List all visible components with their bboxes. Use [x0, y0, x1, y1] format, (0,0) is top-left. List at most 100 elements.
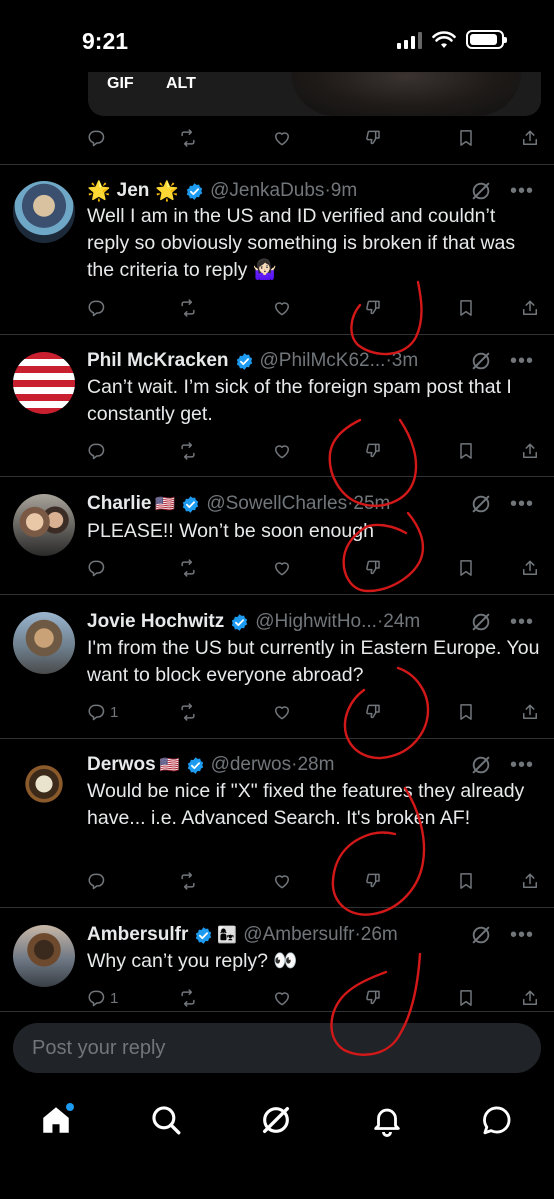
nav-notifications[interactable] — [367, 1100, 407, 1140]
downvote-button[interactable] — [364, 866, 384, 896]
bookmark-icon — [460, 990, 472, 1006]
name-emoji: 🌟 — [87, 181, 111, 202]
like-button[interactable] — [272, 436, 292, 466]
reply-button[interactable] — [86, 866, 106, 896]
share-button[interactable] — [520, 866, 540, 896]
more-options-icon[interactable]: ••• — [510, 925, 534, 945]
grok-icon[interactable] — [470, 611, 492, 633]
nav-messages[interactable] — [477, 1100, 517, 1140]
avatar[interactable] — [13, 925, 75, 987]
share-button[interactable] — [520, 553, 540, 583]
grok-icon[interactable] — [470, 924, 492, 946]
tweet-text[interactable]: Can’t wait. I’m sick of the foreign spam… — [87, 374, 542, 428]
like-button[interactable] — [272, 697, 292, 727]
grok-icon[interactable] — [470, 754, 492, 776]
handle[interactable]: @JenkaDubs — [210, 180, 324, 202]
nav-search[interactable] — [146, 1100, 186, 1140]
avatar[interactable] — [13, 181, 75, 243]
handle[interactable]: @PhilMcK62... — [260, 350, 386, 372]
bookmark-button[interactable] — [456, 553, 476, 583]
media-preview[interactable] — [88, 72, 541, 116]
timestamp[interactable]: 26m — [361, 924, 398, 946]
like-button[interactable] — [272, 293, 292, 323]
more-options-icon[interactable]: ••• — [510, 181, 534, 201]
reply-button[interactable] — [86, 436, 106, 466]
nav-grok[interactable] — [256, 1100, 296, 1140]
grok-icon[interactable] — [470, 350, 492, 372]
tweet-text[interactable]: Well I am in the US and ID verified and … — [87, 203, 542, 284]
like-button[interactable] — [272, 983, 292, 1013]
share-button[interactable] — [520, 293, 540, 323]
grok-icon[interactable] — [470, 493, 492, 515]
tweet-text[interactable]: Why can’t you reply? 👀 — [87, 948, 542, 975]
reply-button[interactable] — [86, 123, 106, 153]
share-button[interactable] — [520, 436, 540, 466]
like-button[interactable] — [272, 553, 292, 583]
timestamp[interactable]: 9m — [331, 180, 357, 202]
reply-button[interactable] — [86, 293, 106, 323]
tweet-text[interactable]: I'm from the US but currently in Eastern… — [87, 635, 542, 689]
share-button[interactable] — [520, 697, 540, 727]
alt-badge[interactable]: ALT — [166, 75, 196, 93]
downvote-button[interactable] — [364, 553, 384, 583]
more-options-icon[interactable]: ••• — [510, 755, 534, 775]
repost-button[interactable] — [178, 436, 198, 466]
more-options-icon[interactable]: ••• — [510, 494, 534, 514]
timestamp[interactable]: 28m — [297, 754, 334, 776]
display-name[interactable]: Jovie Hochwitz — [87, 611, 224, 633]
repost-button[interactable] — [178, 293, 198, 323]
repost-button[interactable] — [178, 123, 198, 153]
display-name[interactable]: Jen — [117, 180, 150, 202]
handle[interactable]: @derwos — [211, 754, 292, 776]
share-button[interactable] — [520, 983, 540, 1013]
tweet-text[interactable]: PLEASE!! Won’t be soon enough — [87, 518, 542, 545]
display-name[interactable]: Charlie — [87, 493, 151, 515]
more-options-icon[interactable]: ••• — [510, 351, 534, 371]
display-name[interactable]: Ambersulfr — [87, 924, 188, 946]
handle[interactable]: @SowellCharles — [206, 493, 347, 515]
reply-button[interactable]: 1 — [86, 983, 118, 1013]
tweet-header-actions: ••• — [470, 180, 534, 202]
bookmark-button[interactable] — [456, 123, 476, 153]
heart-icon — [275, 706, 289, 720]
avatar[interactable] — [13, 756, 75, 818]
bookmark-button[interactable] — [456, 983, 476, 1013]
timestamp[interactable]: 3m — [392, 350, 418, 372]
bookmark-button[interactable] — [456, 697, 476, 727]
like-button[interactable] — [272, 866, 292, 896]
repost-button[interactable] — [178, 983, 198, 1013]
tweet-action-bar — [86, 436, 546, 466]
avatar[interactable] — [13, 494, 75, 556]
downvote-button[interactable] — [364, 983, 384, 1013]
tweet-action-bar — [86, 123, 546, 153]
tweet-header-actions: ••• — [470, 754, 534, 776]
tweet-text[interactable]: Would be nice if "X" fixed the features … — [87, 778, 542, 832]
grok-icon[interactable] — [470, 180, 492, 202]
bookmark-button[interactable] — [456, 293, 476, 323]
bookmark-button[interactable] — [456, 866, 476, 896]
repost-button[interactable] — [178, 553, 198, 583]
reply-button[interactable]: 1 — [86, 697, 118, 727]
share-icon — [523, 560, 537, 575]
downvote-button[interactable] — [364, 123, 384, 153]
downvote-button[interactable] — [364, 697, 384, 727]
downvote-button[interactable] — [364, 293, 384, 323]
handle[interactable]: @HighwitHo... — [255, 611, 377, 633]
more-options-icon[interactable]: ••• — [510, 612, 534, 632]
display-name[interactable]: Phil McKracken — [87, 350, 229, 372]
reply-input[interactable]: Post your reply — [13, 1023, 541, 1073]
repost-button[interactable] — [178, 697, 198, 727]
avatar[interactable] — [13, 352, 75, 414]
nav-home[interactable] — [36, 1100, 76, 1140]
reply-button[interactable] — [86, 553, 106, 583]
like-button[interactable] — [272, 123, 292, 153]
bookmark-button[interactable] — [456, 436, 476, 466]
timestamp[interactable]: 25m — [353, 493, 390, 515]
display-name[interactable]: Derwos — [87, 754, 156, 776]
timestamp[interactable]: 24m — [383, 611, 420, 633]
repost-button[interactable] — [178, 866, 198, 896]
downvote-button[interactable] — [364, 436, 384, 466]
share-button[interactable] — [520, 123, 540, 153]
avatar[interactable] — [13, 612, 75, 674]
handle[interactable]: @Ambersulfr — [243, 924, 354, 946]
